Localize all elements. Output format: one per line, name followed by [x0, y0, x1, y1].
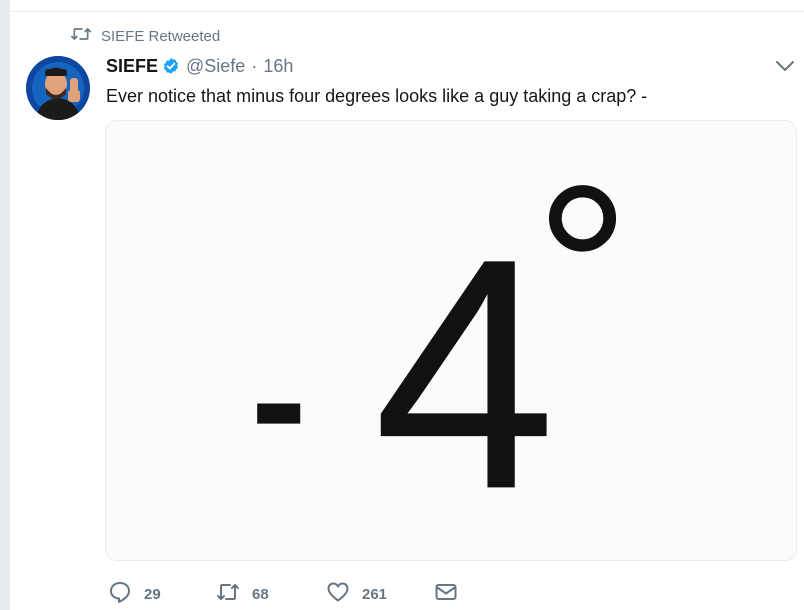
reply-button[interactable]: 29 — [108, 580, 216, 608]
reply-icon — [108, 580, 132, 608]
media-digit-four: 4 — [373, 190, 556, 558]
retweet-count: 68 — [252, 585, 269, 603]
reply-count: 29 — [144, 585, 161, 603]
retweet-context-label[interactable]: SIEFE Retweeted — [101, 28, 220, 45]
tweet-timestamp[interactable]: 16h — [263, 56, 293, 77]
retweet-icon — [71, 26, 91, 46]
like-button[interactable]: 261 — [326, 580, 434, 608]
display-name[interactable]: SIEFE — [106, 56, 158, 77]
direct-message-button[interactable] — [434, 580, 474, 608]
tweet-header: SIEFE @Siefe · 16h — [106, 54, 293, 78]
chevron-down-icon[interactable] — [774, 58, 796, 74]
retweet-context: SIEFE Retweeted — [71, 26, 220, 46]
retweet-icon — [216, 580, 240, 608]
tweet-text: Ever notice that minus four degrees look… — [106, 86, 648, 106]
verified-badge-icon — [162, 57, 180, 75]
media-minus-sign: - — [251, 305, 307, 494]
tweet-actions: 29 68 261 — [108, 580, 474, 608]
retweet-button[interactable]: 68 — [216, 580, 326, 608]
envelope-icon — [434, 580, 458, 608]
like-count: 261 — [362, 585, 388, 603]
tweet-divider — [10, 11, 804, 12]
user-handle[interactable]: @Siefe — [186, 56, 245, 77]
tweet-card: SIEFE Retweeted SIEFE @Siefe · 16h Ever … — [0, 0, 804, 610]
heart-icon — [326, 580, 350, 608]
tweet-media-image[interactable]: - 4 ° — [105, 120, 797, 561]
separator-dot: · — [251, 55, 258, 76]
avatar[interactable] — [26, 56, 90, 120]
media-degree-sign: ° — [535, 136, 631, 403]
timeline-left-border — [0, 0, 10, 610]
